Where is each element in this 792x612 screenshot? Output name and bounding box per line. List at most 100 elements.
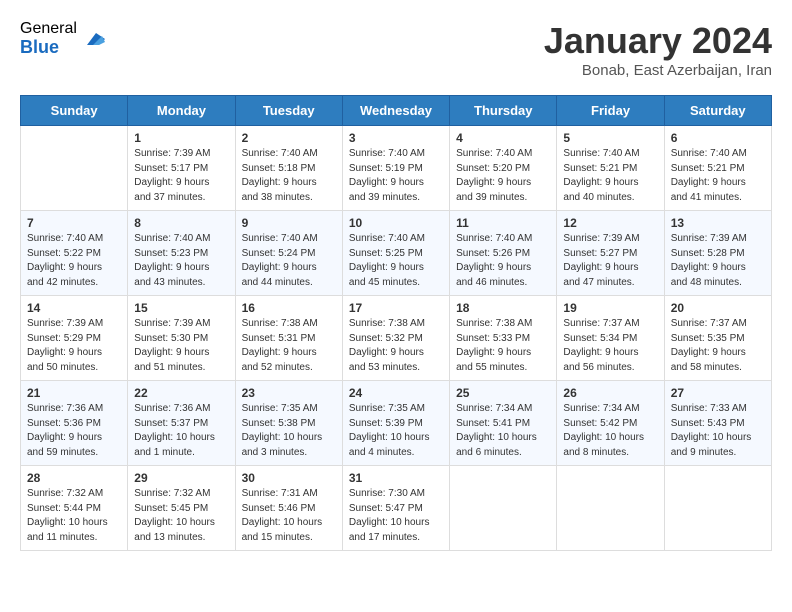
logo: General Blue [20, 20, 105, 57]
calendar-cell [664, 466, 771, 551]
logo-icon [81, 27, 105, 51]
calendar-cell: 2 Sunrise: 7:40 AMSunset: 5:18 PMDayligh… [235, 126, 342, 211]
logo-blue: Blue [20, 38, 77, 58]
calendar-cell: 23 Sunrise: 7:35 AMSunset: 5:38 PMDaylig… [235, 381, 342, 466]
calendar-cell: 10 Sunrise: 7:40 AMSunset: 5:25 PMDaylig… [342, 211, 449, 296]
day-number: 31 [349, 471, 443, 485]
day-info: Sunrise: 7:30 AMSunset: 5:47 PMDaylight:… [349, 488, 430, 543]
calendar-cell: 13 Sunrise: 7:39 AMSunset: 5:28 PMDaylig… [664, 211, 771, 296]
day-info: Sunrise: 7:40 AMSunset: 5:18 PMDaylight:… [242, 148, 318, 203]
title-area: January 2024 Bonab, East Azerbaijan, Ira… [544, 20, 772, 79]
header-day: Tuesday [235, 96, 342, 126]
day-info: Sunrise: 7:40 AMSunset: 5:22 PMDaylight:… [27, 233, 103, 288]
day-number: 30 [242, 471, 336, 485]
day-info: Sunrise: 7:35 AMSunset: 5:39 PMDaylight:… [349, 403, 430, 458]
day-info: Sunrise: 7:32 AMSunset: 5:44 PMDaylight:… [27, 488, 108, 543]
calendar-cell: 29 Sunrise: 7:32 AMSunset: 5:45 PMDaylig… [128, 466, 235, 551]
day-info: Sunrise: 7:38 AMSunset: 5:31 PMDaylight:… [242, 318, 318, 373]
calendar-cell: 22 Sunrise: 7:36 AMSunset: 5:37 PMDaylig… [128, 381, 235, 466]
day-number: 1 [134, 131, 228, 145]
day-info: Sunrise: 7:39 AMSunset: 5:17 PMDaylight:… [134, 148, 210, 203]
calendar-cell: 4 Sunrise: 7:40 AMSunset: 5:20 PMDayligh… [450, 126, 557, 211]
day-number: 16 [242, 301, 336, 315]
day-number: 20 [671, 301, 765, 315]
calendar-cell: 5 Sunrise: 7:40 AMSunset: 5:21 PMDayligh… [557, 126, 664, 211]
calendar-table: SundayMondayTuesdayWednesdayThursdayFrid… [20, 95, 772, 551]
calendar-cell: 18 Sunrise: 7:38 AMSunset: 5:33 PMDaylig… [450, 296, 557, 381]
calendar-cell: 11 Sunrise: 7:40 AMSunset: 5:26 PMDaylig… [450, 211, 557, 296]
calendar-cell: 16 Sunrise: 7:38 AMSunset: 5:31 PMDaylig… [235, 296, 342, 381]
day-info: Sunrise: 7:40 AMSunset: 5:23 PMDaylight:… [134, 233, 210, 288]
day-number: 18 [456, 301, 550, 315]
calendar-cell: 12 Sunrise: 7:39 AMSunset: 5:27 PMDaylig… [557, 211, 664, 296]
header-day: Saturday [664, 96, 771, 126]
day-info: Sunrise: 7:40 AMSunset: 5:25 PMDaylight:… [349, 233, 425, 288]
day-number: 5 [563, 131, 657, 145]
day-info: Sunrise: 7:36 AMSunset: 5:37 PMDaylight:… [134, 403, 215, 458]
calendar-week-row: 1 Sunrise: 7:39 AMSunset: 5:17 PMDayligh… [21, 126, 772, 211]
header-row: SundayMondayTuesdayWednesdayThursdayFrid… [21, 96, 772, 126]
day-number: 12 [563, 216, 657, 230]
day-info: Sunrise: 7:39 AMSunset: 5:27 PMDaylight:… [563, 233, 639, 288]
day-info: Sunrise: 7:39 AMSunset: 5:29 PMDaylight:… [27, 318, 103, 373]
calendar-week-row: 28 Sunrise: 7:32 AMSunset: 5:44 PMDaylig… [21, 466, 772, 551]
calendar-week-row: 7 Sunrise: 7:40 AMSunset: 5:22 PMDayligh… [21, 211, 772, 296]
day-info: Sunrise: 7:34 AMSunset: 5:41 PMDaylight:… [456, 403, 537, 458]
day-info: Sunrise: 7:36 AMSunset: 5:36 PMDaylight:… [27, 403, 103, 458]
day-number: 3 [349, 131, 443, 145]
calendar-cell: 7 Sunrise: 7:40 AMSunset: 5:22 PMDayligh… [21, 211, 128, 296]
day-info: Sunrise: 7:40 AMSunset: 5:21 PMDaylight:… [671, 148, 747, 203]
calendar-cell: 19 Sunrise: 7:37 AMSunset: 5:34 PMDaylig… [557, 296, 664, 381]
day-info: Sunrise: 7:38 AMSunset: 5:33 PMDaylight:… [456, 318, 532, 373]
calendar-week-row: 14 Sunrise: 7:39 AMSunset: 5:29 PMDaylig… [21, 296, 772, 381]
day-number: 29 [134, 471, 228, 485]
day-info: Sunrise: 7:34 AMSunset: 5:42 PMDaylight:… [563, 403, 644, 458]
calendar-header: SundayMondayTuesdayWednesdayThursdayFrid… [21, 96, 772, 126]
calendar-cell: 21 Sunrise: 7:36 AMSunset: 5:36 PMDaylig… [21, 381, 128, 466]
calendar-cell: 8 Sunrise: 7:40 AMSunset: 5:23 PMDayligh… [128, 211, 235, 296]
calendar-cell: 27 Sunrise: 7:33 AMSunset: 5:43 PMDaylig… [664, 381, 771, 466]
day-number: 6 [671, 131, 765, 145]
calendar-cell: 31 Sunrise: 7:30 AMSunset: 5:47 PMDaylig… [342, 466, 449, 551]
calendar-cell: 3 Sunrise: 7:40 AMSunset: 5:19 PMDayligh… [342, 126, 449, 211]
day-info: Sunrise: 7:31 AMSunset: 5:46 PMDaylight:… [242, 488, 323, 543]
calendar-cell [450, 466, 557, 551]
day-info: Sunrise: 7:39 AMSunset: 5:30 PMDaylight:… [134, 318, 210, 373]
day-number: 24 [349, 386, 443, 400]
day-number: 21 [27, 386, 121, 400]
day-number: 15 [134, 301, 228, 315]
calendar-cell: 1 Sunrise: 7:39 AMSunset: 5:17 PMDayligh… [128, 126, 235, 211]
day-number: 7 [27, 216, 121, 230]
day-info: Sunrise: 7:40 AMSunset: 5:26 PMDaylight:… [456, 233, 532, 288]
calendar-cell: 20 Sunrise: 7:37 AMSunset: 5:35 PMDaylig… [664, 296, 771, 381]
calendar-cell: 14 Sunrise: 7:39 AMSunset: 5:29 PMDaylig… [21, 296, 128, 381]
calendar-cell: 24 Sunrise: 7:35 AMSunset: 5:39 PMDaylig… [342, 381, 449, 466]
day-number: 8 [134, 216, 228, 230]
day-number: 27 [671, 386, 765, 400]
header-day: Friday [557, 96, 664, 126]
page-header: General Blue January 2024 Bonab, East Az… [20, 20, 772, 79]
calendar-cell: 30 Sunrise: 7:31 AMSunset: 5:46 PMDaylig… [235, 466, 342, 551]
day-info: Sunrise: 7:40 AMSunset: 5:21 PMDaylight:… [563, 148, 639, 203]
header-day: Wednesday [342, 96, 449, 126]
day-info: Sunrise: 7:37 AMSunset: 5:35 PMDaylight:… [671, 318, 747, 373]
day-info: Sunrise: 7:40 AMSunset: 5:20 PMDaylight:… [456, 148, 532, 203]
calendar-cell: 26 Sunrise: 7:34 AMSunset: 5:42 PMDaylig… [557, 381, 664, 466]
calendar-cell: 25 Sunrise: 7:34 AMSunset: 5:41 PMDaylig… [450, 381, 557, 466]
day-number: 4 [456, 131, 550, 145]
day-number: 26 [563, 386, 657, 400]
day-number: 28 [27, 471, 121, 485]
day-number: 14 [27, 301, 121, 315]
day-number: 25 [456, 386, 550, 400]
location: Bonab, East Azerbaijan, Iran [544, 62, 772, 79]
logo-general: General [20, 20, 77, 38]
day-number: 13 [671, 216, 765, 230]
day-number: 19 [563, 301, 657, 315]
calendar-cell: 6 Sunrise: 7:40 AMSunset: 5:21 PMDayligh… [664, 126, 771, 211]
day-info: Sunrise: 7:32 AMSunset: 5:45 PMDaylight:… [134, 488, 215, 543]
calendar-cell [21, 126, 128, 211]
day-info: Sunrise: 7:40 AMSunset: 5:24 PMDaylight:… [242, 233, 318, 288]
calendar-week-row: 21 Sunrise: 7:36 AMSunset: 5:36 PMDaylig… [21, 381, 772, 466]
logo-text: General Blue [20, 20, 77, 57]
day-number: 2 [242, 131, 336, 145]
